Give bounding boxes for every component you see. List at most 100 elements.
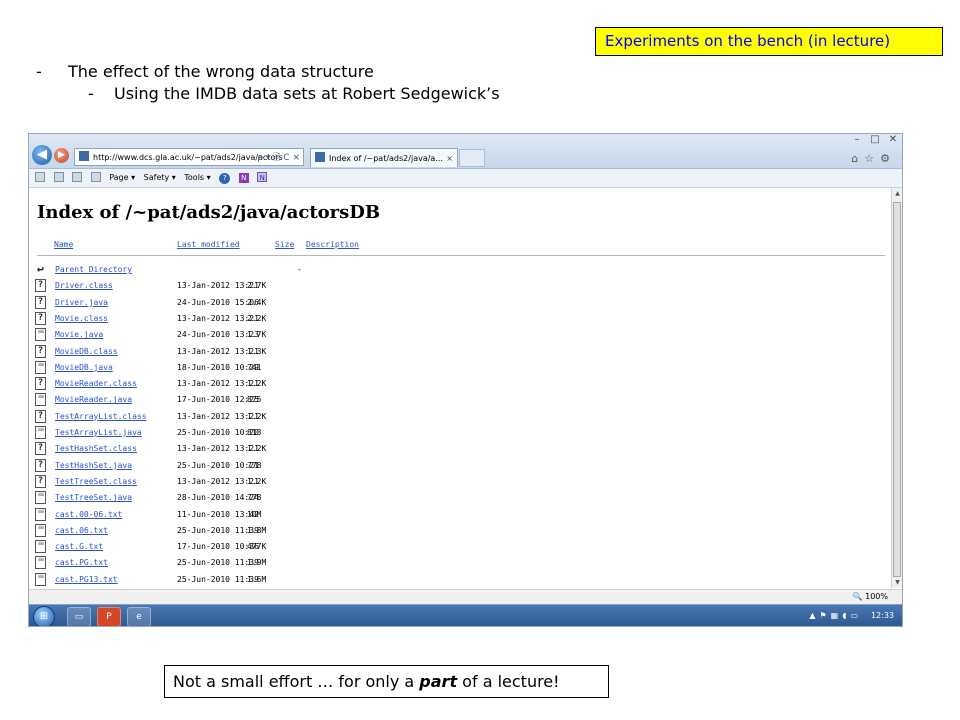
browser-screenshot: ◀ ▶ http://www.dcs.gla.ac.uk/~pat/ads2/j… — [28, 133, 903, 627]
tools-menu[interactable]: Tools ▾ — [184, 169, 210, 187]
text-file-icon: ≡≡ — [35, 393, 46, 407]
command-bar: Page ▾ Safety ▾ Tools ▾ ? N N — [29, 169, 902, 188]
tab-index-of-actorsdb[interactable]: Index of /~pat/ads2/java/a... × — [310, 148, 458, 167]
home-icon[interactable]: ⌂ — [851, 152, 864, 165]
file-link[interactable]: cast.PG.txt — [55, 558, 108, 567]
safety-menu[interactable]: Safety ▾ — [144, 169, 176, 187]
onenote-linked-icon[interactable]: N — [257, 172, 268, 182]
file-link[interactable]: MovieDB.java — [55, 363, 113, 372]
scroll-down-icon[interactable]: ▼ — [892, 577, 902, 588]
settings-gear-icon[interactable]: ⚙ — [880, 152, 896, 165]
file-link[interactable]: MovieDB.class — [55, 347, 118, 356]
bullet-text: The effect of the wrong data structure — [68, 62, 374, 81]
text-file-icon: ≡≡ — [35, 556, 46, 570]
vertical-scrollbar[interactable]: ▲ ▼ — [891, 188, 902, 588]
column-header-last-modified[interactable]: Last modified — [177, 240, 240, 249]
taskbar-powerpoint[interactable]: P — [97, 607, 121, 626]
home-toolbar-icon[interactable] — [35, 172, 45, 182]
text-file-icon: ≡≡ — [35, 426, 46, 439]
onenote-icon[interactable]: N — [238, 173, 249, 183]
tab-favicon-icon — [315, 152, 325, 162]
site-favicon-icon — [79, 151, 89, 161]
callout-text-emph: part — [419, 672, 458, 691]
minimize-icon[interactable]: – — [848, 134, 866, 145]
file-link[interactable]: cast.00-06.txt — [55, 510, 122, 519]
file-link[interactable]: Parent Directory — [55, 265, 132, 274]
file-size: 477K — [247, 542, 267, 552]
file-link[interactable]: cast.G.txt — [55, 542, 103, 551]
address-tools[interactable]: ρ ▾ 🗎 C × — [257, 149, 300, 165]
file-size: 875 — [247, 395, 262, 405]
file-link[interactable]: TestTreeSet.class — [55, 477, 137, 486]
zoom-level[interactable]: 🔍 100% — [853, 590, 888, 604]
file-link[interactable]: Movie.class — [55, 314, 108, 323]
unknown-file-icon: ? — [35, 295, 46, 309]
file-size: 2.4K — [247, 297, 267, 307]
taskbar-clock[interactable]: 12:33 — [871, 611, 894, 620]
file-size: 1.7K — [247, 330, 267, 340]
file-link[interactable]: cast.PG13.txt — [55, 575, 118, 584]
display-icon[interactable]: ▭ — [850, 611, 862, 620]
unknown-file-icon: ? — [35, 474, 46, 488]
new-tab-button[interactable] — [459, 149, 485, 167]
file-link[interactable]: MovieReader.class — [55, 379, 137, 388]
address-bar[interactable]: http://www.dcs.gla.ac.uk/~pat/ads2/java/… — [74, 148, 304, 166]
print-icon[interactable] — [90, 172, 101, 182]
address-url: http://www.dcs.gla.ac.uk/~pat/ads2/java/… — [93, 153, 283, 162]
column-header-description[interactable]: Description — [306, 240, 359, 249]
file-link[interactable]: TestHashSet.java — [55, 461, 132, 470]
back-arrow-icon: ◀ — [37, 147, 47, 162]
file-size: 1.2K — [247, 411, 267, 421]
file-link[interactable]: Driver.class — [55, 281, 113, 290]
taskbar-internet-explorer[interactable]: e — [127, 607, 151, 626]
tab-title: Index of /~pat/ads2/java/a... — [329, 154, 443, 163]
file-size: 813 — [247, 428, 262, 437]
status-bar: 🔍 100% — [29, 589, 902, 604]
unknown-file-icon: ? — [35, 279, 46, 293]
maximize-icon[interactable]: □ — [866, 134, 884, 145]
page-title: Index of /~pat/ads2/java/actorsDB — [37, 202, 381, 223]
file-size: 1.2K — [247, 444, 267, 454]
tray-expand-icon[interactable]: ▲ — [809, 611, 819, 620]
taskbar-explorer[interactable]: ▭ — [67, 607, 91, 626]
callout-text-before: Not a small effort … for only a — [173, 672, 420, 691]
file-size: 1.6M — [247, 574, 267, 584]
file-link[interactable]: Movie.java — [55, 330, 103, 339]
forward-button[interactable]: ▶ — [54, 148, 69, 163]
windows-logo-icon: ⊞ — [39, 611, 49, 622]
file-link[interactable]: TestHashSet.class — [55, 444, 137, 453]
powerpoint-icon: P — [106, 612, 112, 622]
scrollbar-thumb[interactable] — [893, 202, 901, 577]
page-menu[interactable]: Page ▾ — [109, 169, 135, 187]
network-icon[interactable]: ▦ — [831, 611, 843, 620]
bullet-marker: - — [36, 62, 42, 81]
callout-experiments: Experiments on the bench (in lecture) — [595, 27, 943, 56]
file-size: 1.8M — [247, 525, 267, 535]
text-file-icon: ≡≡ — [35, 507, 46, 521]
back-button[interactable]: ◀ — [32, 145, 52, 165]
favorites-star-icon[interactable]: ☆ — [864, 152, 880, 165]
start-button[interactable]: ⊞ — [33, 606, 55, 626]
tab-close-icon[interactable]: × — [446, 149, 453, 168]
file-link[interactable]: Driver.java — [55, 298, 108, 307]
flag-icon[interactable]: ⚑ — [819, 611, 830, 620]
file-link[interactable]: TestArrayList.class — [55, 412, 147, 421]
text-file-icon: ≡≡ — [35, 572, 46, 586]
feeds-icon[interactable] — [53, 172, 64, 182]
bullet-text: Using the IMDB data sets at Robert Sedge… — [114, 84, 500, 103]
scroll-up-icon[interactable]: ▲ — [892, 188, 902, 199]
file-link[interactable]: TestArrayList.java — [55, 428, 142, 437]
internet-explorer-icon: e — [136, 612, 142, 622]
page-content: Index of /~pat/ads2/java/actorsDB Name L… — [29, 188, 890, 588]
callout-text-after: of a lecture! — [457, 672, 560, 691]
mail-icon[interactable] — [72, 172, 83, 182]
unknown-file-icon: ? — [35, 377, 46, 391]
file-link[interactable]: TestTreeSet.java — [55, 493, 132, 502]
file-size: - — [297, 265, 302, 274]
close-window-icon[interactable]: ✕ — [884, 134, 902, 145]
help-icon[interactable]: ? — [219, 173, 231, 184]
column-header-size[interactable]: Size — [275, 240, 294, 249]
file-link[interactable]: cast.06.txt — [55, 526, 108, 535]
file-link[interactable]: MovieReader.java — [55, 395, 132, 404]
column-header-name[interactable]: Name — [54, 240, 73, 249]
